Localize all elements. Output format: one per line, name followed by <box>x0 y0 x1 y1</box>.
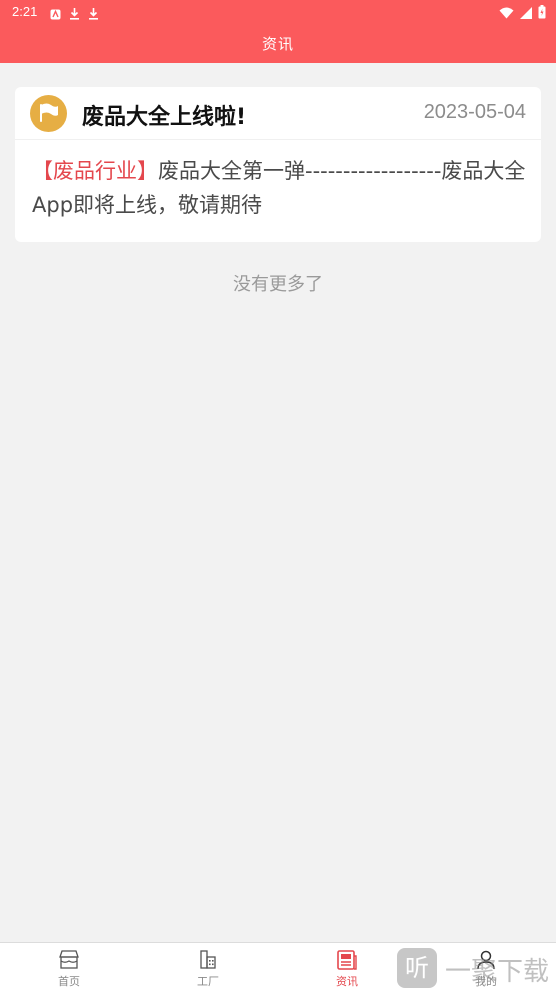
tab-news[interactable]: 资讯 <box>297 943 397 991</box>
building-icon <box>197 949 219 971</box>
tab-home[interactable]: 首页 <box>19 943 119 991</box>
news-card-header: 废品大全上线啦! 2023-05-04 <box>15 87 541 140</box>
battery-icon <box>538 4 546 23</box>
news-date: 2023-05-04 <box>423 101 526 123</box>
download-icon <box>88 5 99 24</box>
signal-icon <box>520 4 532 23</box>
status-time: 2:21 <box>12 4 38 19</box>
status-right-icons <box>499 4 546 23</box>
news-content: 【废品行业】废品大全第一弹------------------废品大全App即将… <box>32 154 527 222</box>
news-category-tag: 【废品行业】 <box>32 159 158 183</box>
list-end-text: 没有更多了 <box>233 274 323 295</box>
tab-label: 资讯 <box>336 975 358 988</box>
status-bar: 2:21 <box>0 0 556 24</box>
watermark: 听 一聚下载 <box>395 945 556 990</box>
tab-label: 工厂 <box>197 975 219 988</box>
news-icon <box>336 949 358 971</box>
news-card[interactable]: 废品大全上线啦! 2023-05-04 【废品行业】废品大全第一弹-------… <box>15 87 541 242</box>
wifi-icon <box>499 4 514 23</box>
shop-icon <box>58 949 80 971</box>
status-left-icons <box>50 5 99 24</box>
notification-app-icon <box>50 5 61 24</box>
flag-icon <box>30 95 67 132</box>
watermark-logo-icon: 听 <box>397 948 437 988</box>
news-title: 废品大全上线啦! <box>82 105 247 130</box>
tab-label: 首页 <box>58 975 80 988</box>
tab-factory[interactable]: 工厂 <box>158 943 258 991</box>
download-icon <box>69 5 80 24</box>
watermark-text: 一聚下载 <box>445 957 550 987</box>
page-title: 资讯 <box>261 35 294 53</box>
top-app-bar: 2:21 资讯 <box>0 0 556 63</box>
